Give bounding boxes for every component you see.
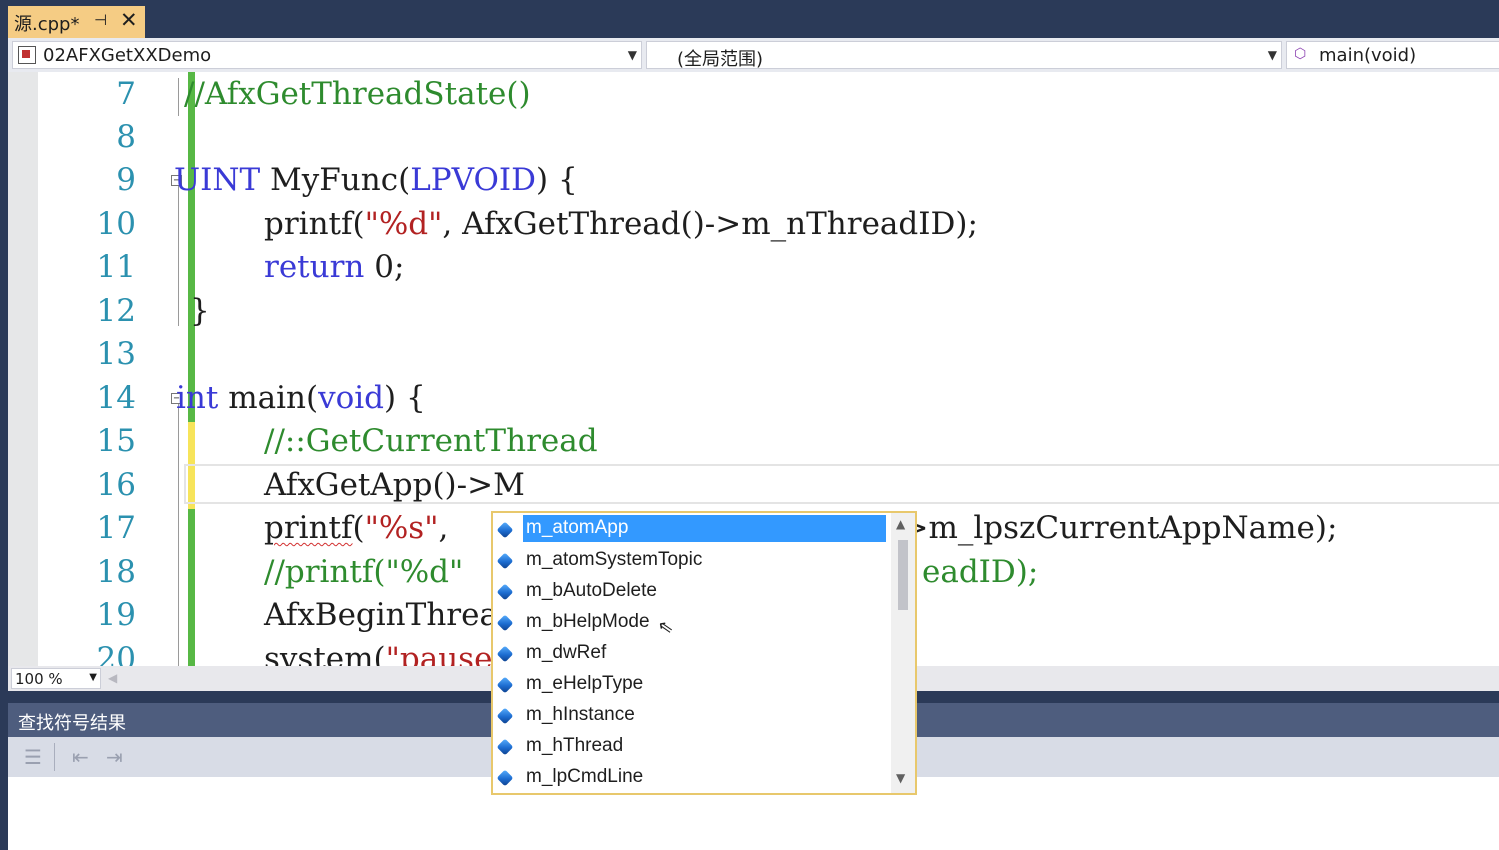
member-dropdown[interactable]: ⬡ main(void) xyxy=(1286,41,1499,69)
scroll-up-arrow-icon[interactable]: ▲ xyxy=(896,517,905,531)
toolbar-separator xyxy=(54,743,55,771)
project-icon xyxy=(18,46,36,64)
list-view-icon[interactable]: ☰ xyxy=(24,745,42,769)
line-number: 9 xyxy=(116,162,136,198)
pin-icon[interactable]: ⊣ xyxy=(94,11,107,29)
line-number: 12 xyxy=(96,293,136,329)
line-number: 13 xyxy=(96,336,136,372)
line-number: 14 xyxy=(96,380,136,416)
code-line-12: } xyxy=(190,293,210,329)
member-item[interactable]: m_hInstance xyxy=(493,700,889,731)
field-icon xyxy=(496,769,514,787)
line-number: 15 xyxy=(96,423,136,459)
document-tab-strip: 源.cpp* ⊣ ✕ xyxy=(0,0,1499,38)
field-icon xyxy=(496,552,514,570)
line-number: 20 xyxy=(96,641,136,666)
zoom-dropdown[interactable]: 100 % ▼ xyxy=(11,668,101,689)
code-line-18: //printf("%d" xyxy=(264,554,464,590)
code-line-18-tail: eadID); xyxy=(922,554,1039,590)
function-cube-icon: ⬡ xyxy=(1294,46,1307,62)
code-line-11: return 0; xyxy=(264,249,405,285)
member-item[interactable]: m_eHelpType xyxy=(493,669,889,700)
panel-title: 查找符号结果 xyxy=(18,713,126,734)
project-dropdown[interactable]: 02AFXGetXXDemo ▼ xyxy=(12,41,642,69)
dropdown-arrow-icon: ▼ xyxy=(89,672,97,683)
project-dropdown-value: 02AFXGetXXDemo xyxy=(43,45,212,66)
go-back-icon[interactable]: ⇤ xyxy=(72,745,89,769)
field-icon xyxy=(496,521,514,539)
scroll-down-arrow-icon[interactable]: ▼ xyxy=(896,771,905,785)
dropdown-arrow-icon: ▼ xyxy=(1267,48,1277,62)
scope-dropdown[interactable]: (全局范围) ▼ xyxy=(646,41,1282,70)
scroll-left-arrow-icon[interactable]: ◀ xyxy=(108,671,117,685)
code-line-14: int main(void) { xyxy=(176,380,426,416)
go-forward-icon[interactable]: ⇥ xyxy=(106,745,123,769)
field-icon xyxy=(496,707,514,725)
code-line-9: UINT MyFunc(LPVOID) { xyxy=(174,162,578,198)
code-line-17-tail: ->m_lpszCurrentAppName); xyxy=(892,510,1338,546)
scrollbar-thumb[interactable] xyxy=(898,540,908,610)
navigation-bar: 02AFXGetXXDemo ▼ (全局范围) ▼ ⬡ main(void) xyxy=(8,38,1499,72)
tab-title: 源.cpp* xyxy=(14,14,80,35)
code-line-16: AfxGetApp()->M xyxy=(264,467,525,503)
line-number: 11 xyxy=(96,249,136,285)
code-line-19: AfxBeginThrea xyxy=(264,597,498,633)
line-number: 7 xyxy=(116,76,136,112)
scope-dropdown-value: (全局范围) xyxy=(677,49,764,70)
member-item[interactable]: m_lpCmdLine xyxy=(493,762,889,793)
line-number: 10 xyxy=(96,206,136,242)
member-item[interactable]: m_atomSystemTopic xyxy=(493,545,889,576)
code-line-10: printf("%d", AfxGetThread()->m_nThreadID… xyxy=(264,206,978,242)
outline-guide xyxy=(178,186,179,326)
outline-guide xyxy=(178,404,179,666)
member-item[interactable]: m_dwRef xyxy=(493,638,889,669)
line-number: 18 xyxy=(96,554,136,590)
code-line-15: //::GetCurrentThread xyxy=(264,423,598,459)
code-line-20: system("pause xyxy=(264,641,493,666)
intellisense-member-list[interactable]: m_atomApp m_atomSystemTopic m_bAutoDelet… xyxy=(491,511,917,795)
outline-guide xyxy=(178,78,179,116)
member-item[interactable]: m_hThread xyxy=(493,731,889,762)
member-item-selected[interactable]: m_atomApp xyxy=(493,514,889,545)
close-icon[interactable]: ✕ xyxy=(120,8,138,32)
code-line-17: printf("%s", xyxy=(264,510,449,546)
field-icon xyxy=(496,738,514,756)
line-number: 16 xyxy=(96,467,136,503)
member-list-scrollbar[interactable]: ▲ ▼ xyxy=(891,513,915,793)
member-item[interactable]: m_bAutoDelete xyxy=(493,576,889,607)
line-number-gutter: 7 8 9 10 11 12 13 14 15 16 17 18 19 20 xyxy=(38,72,195,666)
line-number: 8 xyxy=(116,119,136,155)
field-icon xyxy=(496,676,514,694)
field-icon xyxy=(496,614,514,632)
dropdown-arrow-icon: ▼ xyxy=(627,48,637,62)
member-item[interactable]: m_bHelpMode xyxy=(493,607,889,638)
zoom-value: 100 % xyxy=(15,670,63,688)
field-icon xyxy=(496,645,514,663)
member-dropdown-value: main(void) xyxy=(1319,45,1417,66)
selection-margin[interactable] xyxy=(8,72,38,666)
line-number: 19 xyxy=(96,597,136,633)
document-tab-active[interactable]: 源.cpp* ⊣ ✕ xyxy=(8,6,145,38)
field-icon xyxy=(496,583,514,601)
code-line-7: //AfxGetThreadState() xyxy=(184,76,531,112)
line-number: 17 xyxy=(96,510,136,546)
